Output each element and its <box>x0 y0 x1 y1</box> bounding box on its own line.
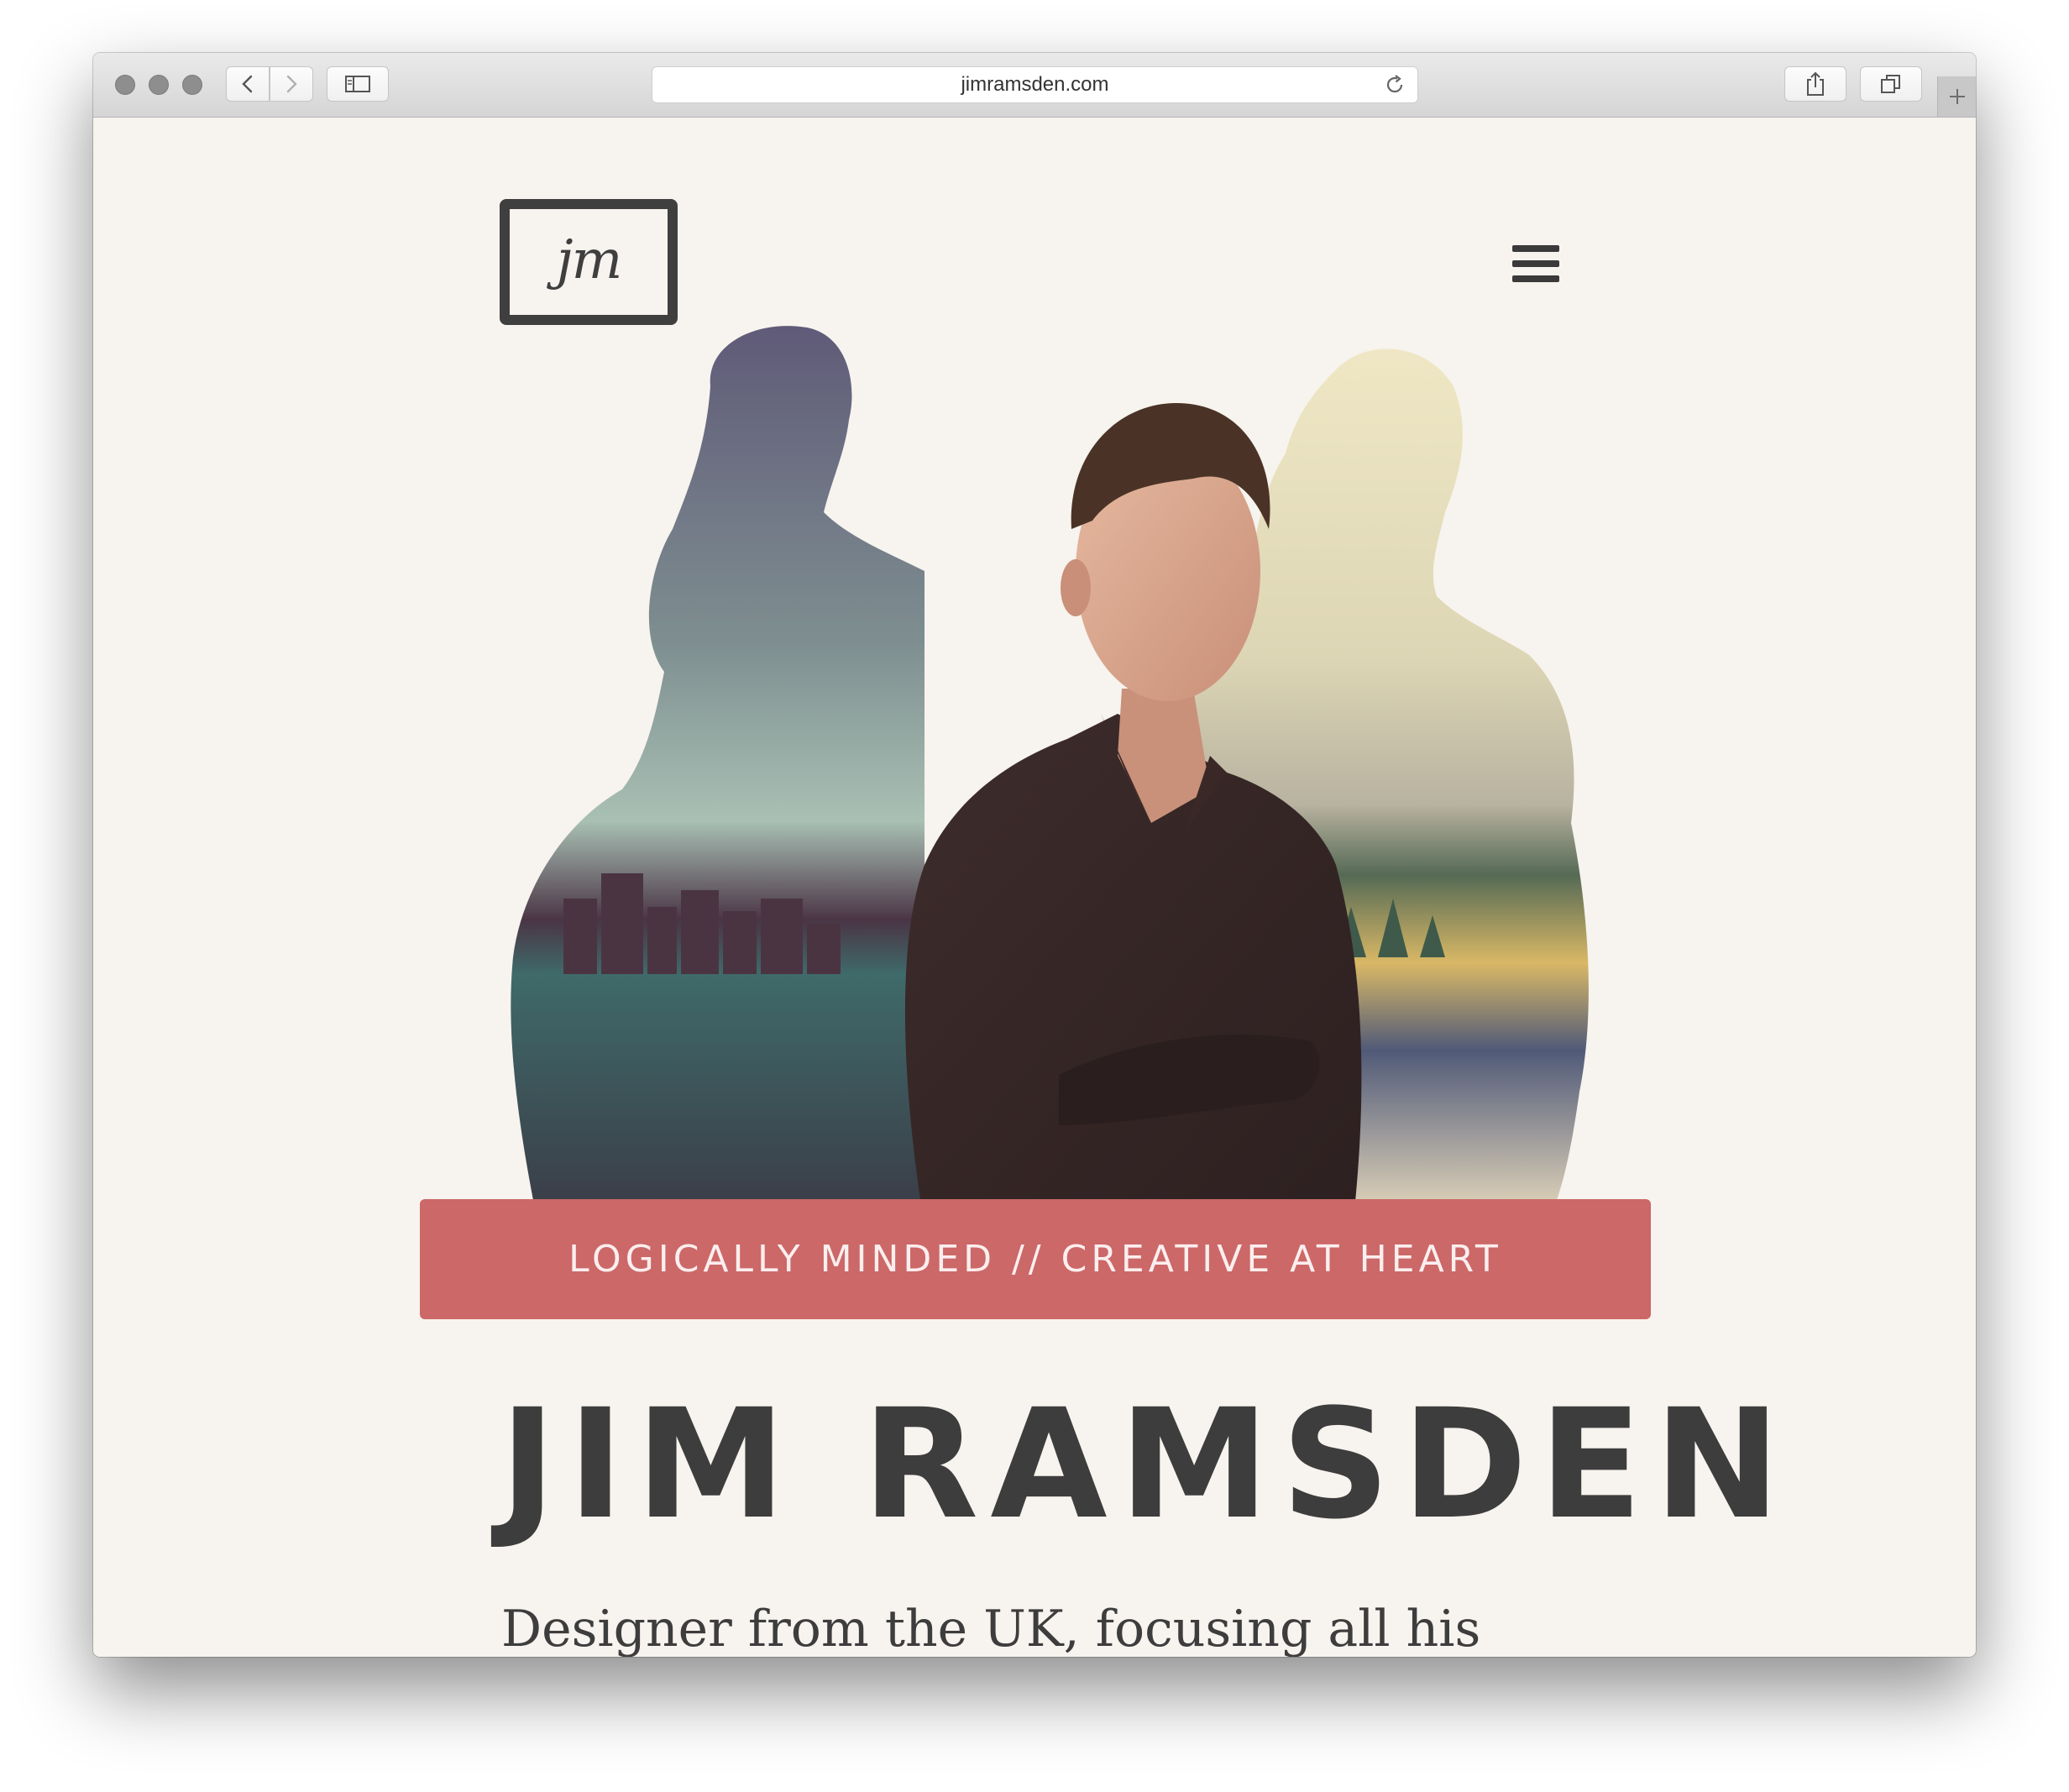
reload-icon[interactable] <box>1384 74 1406 96</box>
tagline-banner: LOGICALLY MINDED // CREATIVE AT HEART <box>420 1199 1651 1319</box>
back-button[interactable] <box>226 66 270 102</box>
menu-line-icon <box>1512 275 1559 282</box>
page-title: JIM RAMSDEN <box>500 1377 1793 1553</box>
chevron-left-icon <box>242 75 253 93</box>
share-button[interactable] <box>1784 66 1846 102</box>
address-bar[interactable]: jimramsden.com <box>652 66 1418 103</box>
plus-icon <box>1949 89 1965 104</box>
tagline-text: LOGICALLY MINDED // CREATIVE AT HEART <box>568 1238 1502 1281</box>
logo-text: jm <box>556 229 623 291</box>
tabs-icon <box>1881 75 1900 93</box>
sidebar-icon <box>345 76 370 92</box>
site-logo[interactable]: jm <box>500 199 678 325</box>
sidebar-toggle-button[interactable] <box>327 66 389 102</box>
menu-line-icon <box>1512 260 1559 267</box>
close-window-button[interactable] <box>115 75 135 95</box>
web-page: jm LOGICALLY MINDED // CREATIVE AT HEART… <box>93 118 1976 1657</box>
menu-line-icon <box>1512 245 1559 252</box>
show-tabs-button[interactable] <box>1860 66 1922 102</box>
browser-window: jimramsden.com jm LOGICALLY MINDED // CR… <box>93 53 1976 1657</box>
address-url: jimramsden.com <box>961 73 1109 96</box>
maximize-window-button[interactable] <box>182 75 202 95</box>
forward-button[interactable] <box>270 66 313 102</box>
minimize-window-button[interactable] <box>149 75 169 95</box>
chevron-right-icon <box>286 75 297 93</box>
intro-text: Designer from the UK, focusing all his <box>501 1600 1481 1657</box>
new-tab-button[interactable] <box>1937 76 1976 117</box>
browser-toolbar: jimramsden.com <box>93 53 1976 118</box>
hamburger-menu-button[interactable] <box>1512 245 1559 286</box>
share-icon <box>1807 71 1824 96</box>
hero-illustration <box>511 326 1589 1226</box>
